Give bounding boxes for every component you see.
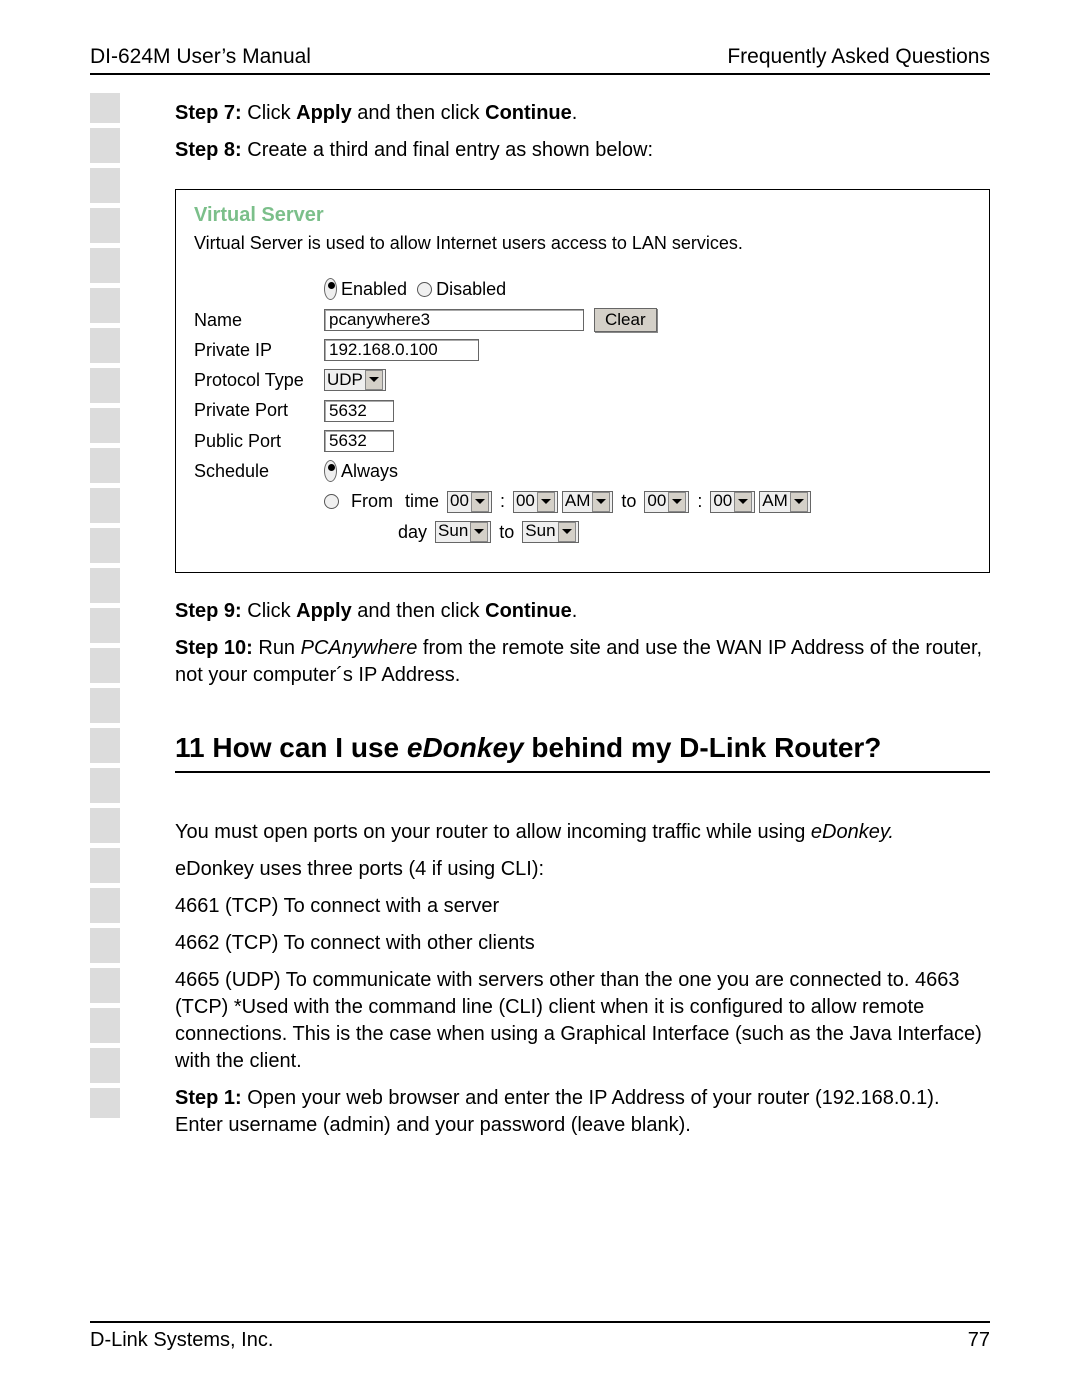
chevron-down-icon — [365, 370, 383, 390]
page-content: Step 7: Click Apply and then click Conti… — [175, 100, 990, 1149]
body-p2: eDonkey uses three ports (4 if using CLI… — [175, 856, 990, 883]
private-ip-row: Private IP — [194, 338, 971, 362]
private-port-label: Private Port — [194, 398, 324, 422]
step-7: Step 7: Click Apply and then click Conti… — [175, 100, 990, 127]
body-p3: 4661 (TCP) To connect with a server — [175, 893, 990, 920]
header-left: DI-624M User’s Manual — [90, 45, 311, 69]
step-label: Step 9: — [175, 600, 242, 622]
enabled-label: Enabled — [341, 277, 407, 301]
chevron-down-icon — [471, 492, 489, 512]
from-min-select[interactable]: 00 — [513, 491, 558, 513]
virtual-server-screenshot: Virtual Server Virtual Server is used to… — [175, 189, 990, 573]
public-port-label: Public Port — [194, 429, 324, 453]
chevron-down-icon — [558, 522, 576, 542]
public-port-input[interactable] — [324, 430, 394, 452]
header-right: Frequently Asked Questions — [727, 45, 990, 69]
vs-title: Virtual Server — [194, 202, 971, 229]
step-8: Step 8: Create a third and final entry a… — [175, 137, 990, 164]
from-label: From — [351, 489, 393, 513]
disabled-label: Disabled — [436, 277, 506, 301]
protocol-type-select[interactable]: UDP — [324, 369, 386, 391]
body-p1: You must open ports on your router to al… — [175, 819, 990, 846]
page-footer: D-Link Systems, Inc. 77 — [90, 1321, 990, 1352]
chevron-down-icon — [790, 492, 808, 512]
page-header: DI-624M User’s Manual Frequently Asked Q… — [90, 45, 990, 75]
to-label: to — [621, 489, 636, 513]
protocol-type-label: Protocol Type — [194, 368, 324, 392]
schedule-label: Schedule — [194, 459, 324, 483]
day-label: day — [398, 520, 427, 544]
schedule-row: Schedule Always — [194, 459, 971, 483]
to-hour-select[interactable]: 00 — [644, 491, 689, 513]
time-label: time — [405, 489, 439, 513]
to-ampm-select[interactable]: AM — [759, 491, 811, 513]
step-1: Step 1: Open your web browser and enter … — [175, 1085, 990, 1139]
public-port-row: Public Port — [194, 429, 971, 453]
body-p4: 4662 (TCP) To connect with other clients — [175, 930, 990, 957]
schedule-from-radio[interactable] — [324, 494, 339, 509]
schedule-always-radio[interactable] — [324, 460, 337, 482]
private-ip-label: Private IP — [194, 338, 324, 362]
chevron-down-icon — [734, 492, 752, 512]
chevron-down-icon — [668, 492, 686, 512]
day-from-select[interactable]: Sun — [435, 521, 491, 543]
to-label-2: to — [499, 520, 514, 544]
protocol-type-row: Protocol Type UDP — [194, 368, 971, 392]
private-port-input[interactable] — [324, 400, 394, 422]
body-p5: 4665 (UDP) To communicate with servers o… — [175, 967, 990, 1075]
manual-page: DI-624M User’s Manual Frequently Asked Q… — [0, 0, 1080, 1397]
day-to-select[interactable]: Sun — [522, 521, 578, 543]
faq-heading-11: 11 How can I use eDonkey behind my D-Lin… — [175, 729, 990, 773]
from-ampm-select[interactable]: AM — [562, 491, 614, 513]
step-label: Step 8: — [175, 139, 242, 161]
step-9: Step 9: Click Apply and then click Conti… — [175, 598, 990, 625]
decorative-squares — [90, 93, 160, 1093]
vs-description: Virtual Server is used to allow Internet… — [194, 231, 971, 255]
step-10: Step 10: Run PCAnywhere from the remote … — [175, 635, 990, 689]
to-min-select[interactable]: 00 — [710, 491, 755, 513]
always-label: Always — [341, 459, 398, 483]
footer-page-number: 77 — [968, 1329, 990, 1352]
chevron-down-icon — [537, 492, 555, 512]
private-port-row: Private Port — [194, 398, 971, 422]
chevron-down-icon — [470, 522, 488, 542]
clear-button[interactable]: Clear — [594, 308, 657, 332]
step-label: Step 10: — [175, 637, 253, 659]
name-input[interactable] — [324, 309, 584, 331]
step-label: Step 7: — [175, 102, 242, 124]
schedule-from-block: From time 00 : 00 AM to 00 : 00 AM day S… — [324, 489, 971, 544]
name-row: Name Clear — [194, 308, 971, 332]
footer-left: D-Link Systems, Inc. — [90, 1329, 273, 1352]
chevron-down-icon — [592, 492, 610, 512]
enabled-radio[interactable] — [324, 278, 337, 300]
from-hour-select[interactable]: 00 — [447, 491, 492, 513]
disabled-radio[interactable] — [417, 282, 432, 297]
private-ip-input[interactable] — [324, 339, 479, 361]
step-label: Step 1: — [175, 1087, 242, 1109]
name-label: Name — [194, 308, 324, 332]
enabled-row: Enabled Disabled — [194, 277, 971, 301]
